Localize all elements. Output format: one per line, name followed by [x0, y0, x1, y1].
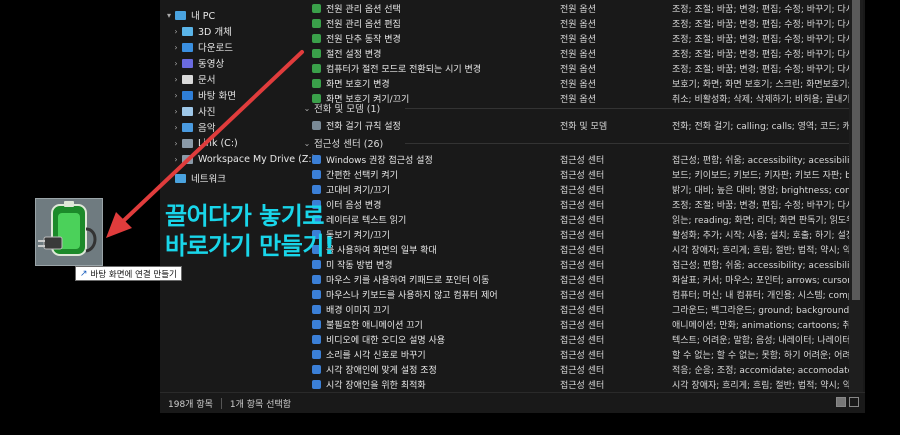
- annotation-arrow: [106, 50, 304, 238]
- annotation-line-2: 바로가기 만들기!: [165, 232, 335, 260]
